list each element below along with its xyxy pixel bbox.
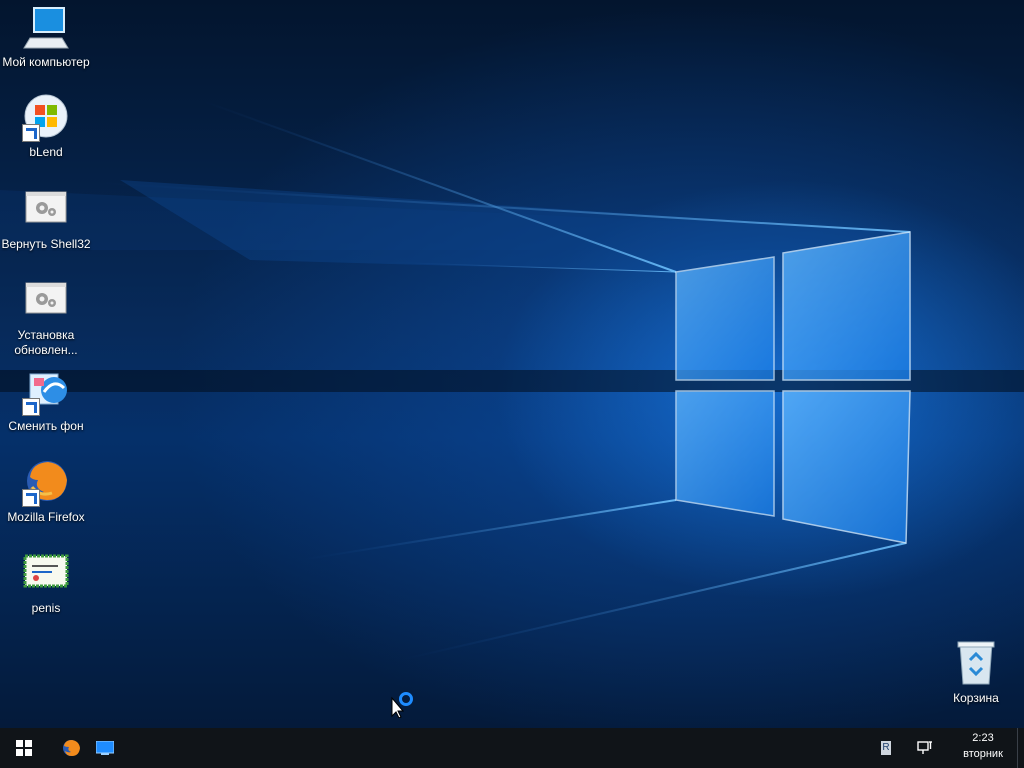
firefox-icon <box>63 740 80 756</box>
desktop-icon-label: Мой компьютер <box>2 55 90 69</box>
taskbar-clock[interactable]: 2:23 вторник <box>952 730 1014 762</box>
clock-day: вторник <box>963 748 1003 760</box>
clock-time: 2:23 <box>972 732 994 744</box>
network-icon <box>917 741 932 754</box>
desktop-icon-mozilla-firefox[interactable]: Mozilla Firefox <box>0 459 92 525</box>
recycle-bin-icon <box>952 640 1000 688</box>
shortcut-arrow-icon <box>22 489 40 507</box>
mouse-cursor-busy-icon <box>391 690 415 719</box>
desktop-icon-recycle-bin[interactable]: Корзина <box>930 640 1022 706</box>
desktop-icon-label: bLend <box>29 145 63 159</box>
firefox-icon <box>22 459 70 507</box>
desktop-icon-label: Корзина <box>953 691 999 705</box>
computer-icon <box>22 4 70 52</box>
desktop-icon-label: Установка обновлен... <box>14 328 78 357</box>
language-indicator[interactable]: R <box>876 728 896 768</box>
desktop-icon-label: Вернуть Shell32 <box>1 237 91 251</box>
desktop-icon <box>96 741 114 755</box>
desktop-icon-penis[interactable]: penis <box>0 550 92 616</box>
settings-window-icon <box>22 277 70 325</box>
language-label: R <box>881 741 891 755</box>
desktop-icon-smenit-fon[interactable]: Сменить фон <box>0 368 92 434</box>
taskbar-firefox-button[interactable] <box>54 728 88 768</box>
shortcut-arrow-icon <box>22 398 40 416</box>
show-desktop-button[interactable] <box>1017 728 1024 768</box>
desktop-icon-label: penis <box>31 601 61 615</box>
network-tray-button[interactable] <box>910 728 940 768</box>
desktop-icon-label: Mozilla Firefox <box>7 510 85 524</box>
desktop[interactable]: Мой компьютер bLend Вернуть Shell32 Уста… <box>0 0 1024 728</box>
desktop-icon-my-computer[interactable]: Мой компьютер <box>0 4 92 70</box>
taskbar-desktop-button[interactable] <box>88 728 122 768</box>
certificate-icon <box>22 550 70 598</box>
desktop-icon-ustanovka-obnovlen[interactable]: Установка обновлен... <box>0 277 92 358</box>
start-button[interactable] <box>0 728 48 768</box>
change-wallpaper-icon <box>22 368 70 416</box>
shortcut-arrow-icon <box>22 124 40 142</box>
windows-start-icon <box>16 740 32 756</box>
desktop-icon-blend[interactable]: bLend <box>0 94 92 160</box>
wallpaper <box>0 99 1024 661</box>
desktop-icon-vernut-shell32[interactable]: Вернуть Shell32 <box>0 186 92 252</box>
windows-logo-icon <box>22 94 70 142</box>
settings-window-icon <box>22 186 70 234</box>
desktop-icon-label: Сменить фон <box>8 419 84 433</box>
taskbar: R 2:23 вторник <box>0 728 1024 768</box>
